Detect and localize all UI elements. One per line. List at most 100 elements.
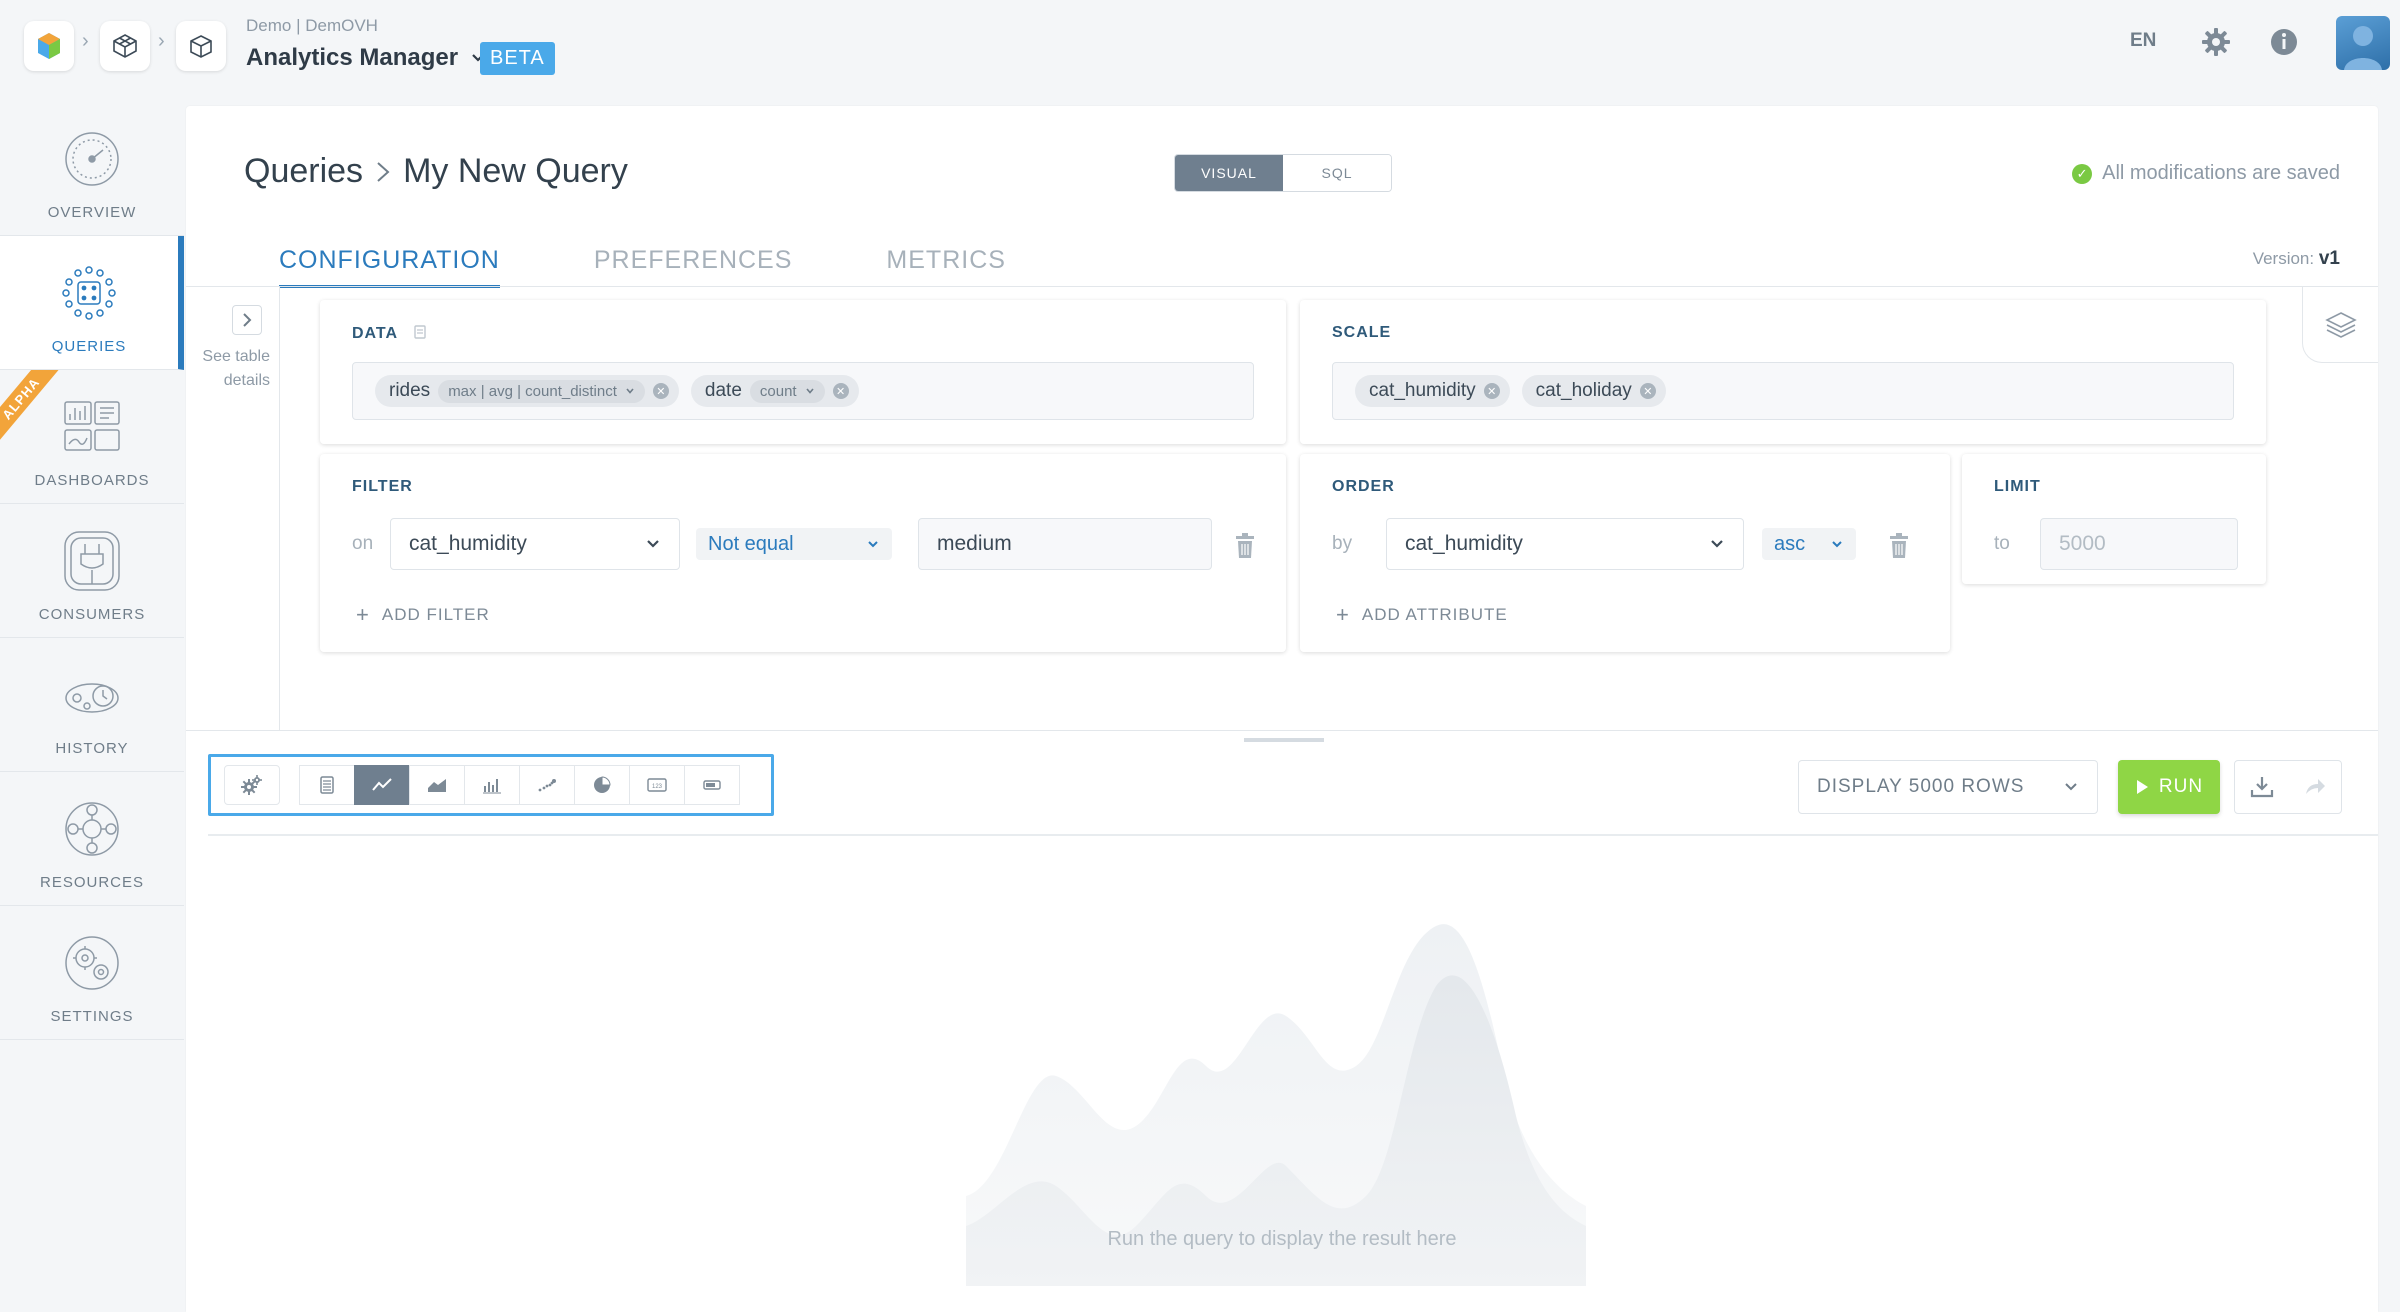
save-status: ✓ All modifications are saved	[2072, 162, 2340, 185]
nav-item-dashboards[interactable]: ALPHA DASHBOARDS	[0, 370, 184, 504]
resize-handle[interactable]	[1244, 738, 1324, 742]
scale-chip[interactable]: cat_humidity ✕	[1355, 375, 1510, 407]
filter-operator-value: Not equal	[708, 532, 794, 555]
resources-icon	[65, 802, 119, 856]
download-button[interactable]	[2235, 761, 2288, 813]
limit-input[interactable]: 5000	[2040, 518, 2238, 570]
data-title-text: DATA	[352, 325, 398, 342]
gauge-icon	[65, 132, 119, 186]
nav-item-overview[interactable]: OVERVIEW	[0, 102, 184, 236]
share-arrow-icon	[2305, 779, 2325, 794]
filter-value-input[interactable]: medium	[918, 518, 1212, 570]
filter-column-select[interactable]: cat_humidity	[390, 518, 680, 570]
viz-line-button[interactable]	[354, 765, 410, 805]
tab-configuration[interactable]: CONFIGURATION	[279, 246, 500, 288]
queries-grid-icon	[62, 266, 116, 320]
layers-icon	[2324, 311, 2357, 338]
app-title: Analytics Manager	[246, 44, 459, 71]
settings-gears-icon	[241, 775, 262, 795]
chevron-right-icon	[243, 313, 252, 327]
project-cube-icon[interactable]	[100, 21, 150, 71]
delete-filter-icon[interactable]	[1234, 533, 1256, 559]
nav-item-settings[interactable]: SETTINGS	[0, 906, 184, 1040]
aggregation-select[interactable]: max | avg | count_distinct	[438, 379, 645, 403]
filter-on-label: on	[352, 533, 374, 554]
remove-chip-icon[interactable]: ✕	[832, 383, 849, 399]
export-actions	[2234, 760, 2342, 814]
viz-bar-button[interactable]	[464, 765, 520, 805]
display-rows-select[interactable]: DISPLAY 5000 ROWS	[1798, 760, 2098, 814]
viz-gauge-button[interactable]	[684, 765, 740, 805]
mode-sql-button[interactable]: SQL	[1283, 155, 1391, 191]
app-box-icon[interactable]	[176, 21, 226, 71]
breadcrumb-separator: ›	[82, 30, 89, 52]
chevron-right-icon	[377, 161, 390, 182]
language-selector[interactable]: EN	[2130, 30, 2156, 52]
order-direction-select[interactable]: asc	[1762, 528, 1856, 560]
data-chip[interactable]: rides max | avg | count_distinct ✕	[375, 375, 679, 407]
user-avatar[interactable]	[2336, 16, 2390, 70]
breadcrumb-queries[interactable]: Queries	[244, 152, 363, 191]
limit-card-title: LIMIT	[1994, 478, 2041, 495]
plus-icon: +	[356, 602, 370, 627]
chevron-down-icon	[2065, 783, 2077, 791]
history-icon	[65, 683, 119, 713]
app-logo-icon[interactable]	[24, 21, 74, 71]
delete-order-icon[interactable]	[1888, 533, 1910, 559]
remove-chip-icon[interactable]: ✕	[1483, 383, 1500, 399]
expand-table-details-button[interactable]	[232, 305, 262, 335]
order-card: ORDER by cat_humidity asc + ADD ATTRIBUT…	[1300, 454, 1950, 652]
viz-scatter-button[interactable]	[519, 765, 575, 805]
data-chip[interactable]: date count ✕	[690, 375, 859, 407]
alpha-badge: ALPHA	[0, 370, 61, 443]
aggregation-select[interactable]: count	[749, 379, 825, 403]
chevron-down-icon	[647, 540, 659, 548]
data-card-title: DATA	[352, 324, 427, 343]
see-table-details-label[interactable]: See table details	[190, 345, 270, 393]
order-column-select[interactable]: cat_humidity	[1386, 518, 1744, 570]
version-label: Version:	[2252, 249, 2315, 268]
scatter-icon	[538, 779, 556, 792]
settings-gear-icon[interactable]	[2198, 24, 2234, 60]
add-filter-label: ADD FILTER	[381, 605, 490, 624]
remove-chip-icon[interactable]: ✕	[1639, 383, 1656, 399]
nav-item-history[interactable]: HISTORY	[0, 638, 184, 772]
table-small-icon[interactable]	[413, 324, 427, 340]
left-navigation: OVERVIEW QUERIES ALPHA DASHBOARDS CONSUM…	[0, 102, 184, 1044]
filter-column-value: cat_humidity	[409, 532, 527, 555]
bar-chart-icon	[483, 779, 501, 794]
nav-item-resources[interactable]: RESOURCES	[0, 772, 184, 906]
section-divider	[186, 730, 2378, 731]
viz-pie-button[interactable]	[574, 765, 630, 805]
breadcrumb-separator: ›	[158, 30, 165, 52]
scale-card-title: SCALE	[1332, 324, 1392, 341]
chevron-down-icon	[868, 541, 878, 548]
nav-label: OVERVIEW	[47, 204, 137, 221]
scale-chips-box[interactable]: cat_humidity ✕ cat_holiday ✕	[1332, 362, 2234, 420]
viz-table-button[interactable]	[299, 765, 355, 805]
remove-chip-icon[interactable]: ✕	[652, 383, 669, 399]
mode-visual-button[interactable]: VISUAL	[1175, 155, 1283, 191]
tab-metrics[interactable]: METRICS	[886, 246, 1006, 288]
viz-kpi-button[interactable]: 123	[629, 765, 685, 805]
share-button[interactable]	[2288, 761, 2341, 813]
info-icon[interactable]	[2266, 24, 2302, 60]
layers-button[interactable]	[2302, 287, 2378, 363]
scale-chip[interactable]: cat_holiday ✕	[1521, 375, 1666, 407]
add-filter-button[interactable]: + ADD FILTER	[356, 602, 490, 628]
result-divider	[208, 834, 2378, 836]
viz-area-button[interactable]	[409, 765, 465, 805]
run-query-button[interactable]: RUN	[2118, 760, 2220, 814]
nav-item-queries[interactable]: QUERIES	[0, 236, 184, 370]
nav-item-consumers[interactable]: CONSUMERS	[0, 504, 184, 638]
chip-label: cat_holiday	[1535, 380, 1632, 401]
viz-settings-button[interactable]	[224, 765, 280, 805]
filter-card: FILTER on cat_humidity Not equal medium …	[320, 454, 1286, 652]
editor-tabs: CONFIGURATION PREFERENCES METRICS	[279, 246, 1100, 288]
gauge-bar-icon	[703, 780, 721, 790]
add-attribute-button[interactable]: + ADD ATTRIBUTE	[1336, 602, 1508, 628]
data-chips-box[interactable]: rides max | avg | count_distinct ✕ date …	[352, 362, 1254, 420]
filter-operator-select[interactable]: Not equal	[696, 528, 892, 560]
tab-preferences[interactable]: PREFERENCES	[594, 246, 793, 288]
app-switcher[interactable]: Analytics Manager	[246, 44, 486, 72]
